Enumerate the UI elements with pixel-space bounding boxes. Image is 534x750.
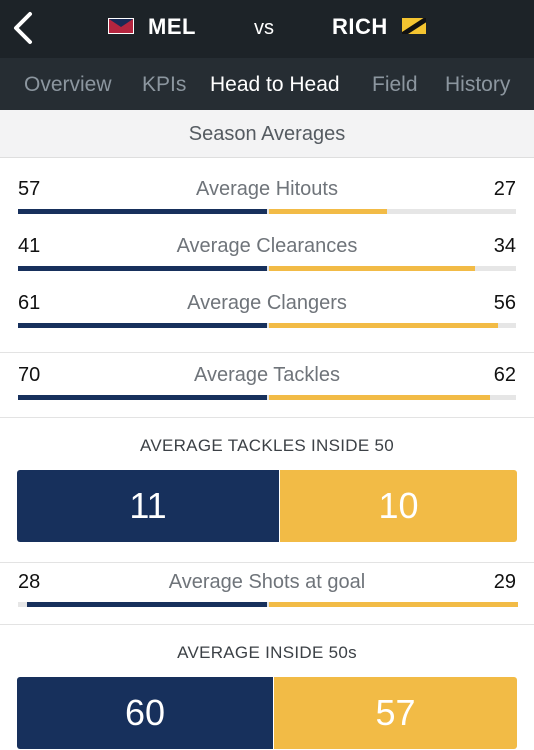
tab-field[interactable]: Field [372, 73, 418, 97]
home-team: MEL [108, 14, 196, 40]
tab-kpis[interactable]: KPIs [142, 73, 186, 97]
away-value: 34 [493, 235, 516, 257]
comparison-bar [18, 395, 516, 400]
home-bar [18, 209, 267, 214]
stat-label: Average Shots at goal [168, 571, 366, 593]
home-value-box: 11 [17, 470, 279, 542]
comparison-bar [18, 602, 518, 607]
chevron-left-icon[interactable] [10, 10, 36, 46]
home-bar [18, 266, 267, 271]
away-bar [269, 395, 490, 400]
away-bar [269, 602, 518, 607]
inside-50s-boxes: 60 57 [17, 677, 517, 749]
divider [0, 624, 534, 625]
away-value-box: 10 [280, 470, 517, 542]
away-team: RICH [332, 14, 426, 40]
tab-history[interactable]: History [445, 73, 510, 97]
stat-row-hitouts: 57 Average Hitouts 27 [0, 178, 534, 234]
stat-row-shots-at-goal: 28 Average Shots at goal 29 [0, 571, 534, 627]
inside-50s-title: AVERAGE INSIDE 50s [177, 643, 357, 662]
tackles-inside-50-boxes: 11 10 [17, 470, 517, 542]
home-team-name: MEL [148, 14, 196, 39]
stat-row-clearances: 41 Average Clearances 34 [0, 235, 534, 291]
tab-head-to-head[interactable]: Head to Head [210, 73, 340, 97]
divider [0, 417, 534, 418]
away-value: 62 [493, 364, 516, 386]
stat-label: Average Tackles [193, 364, 340, 386]
melbourne-flag-icon [108, 18, 134, 34]
away-value: 29 [493, 571, 516, 593]
stat-label: Average Clangers [187, 292, 347, 314]
section-title: Season Averages [0, 110, 534, 158]
home-value-box: 60 [17, 677, 273, 749]
richmond-flag-icon [402, 18, 426, 34]
stat-row-clangers: 61 Average Clangers 56 [0, 292, 534, 348]
tab-bar: Overview KPIs Head to Head Field History [0, 58, 534, 110]
divider [0, 562, 534, 563]
away-value-box: 57 [274, 677, 517, 749]
away-value: 56 [493, 292, 516, 314]
divider [0, 352, 534, 353]
home-bar [27, 602, 267, 607]
home-bar [18, 395, 267, 400]
comparison-bar [18, 323, 516, 328]
away-bar [269, 209, 387, 214]
away-value: 27 [493, 178, 516, 200]
tackles-inside-50-title: AVERAGE TACKLES INSIDE 50 [139, 436, 395, 455]
away-bar [269, 323, 498, 328]
home-bar [18, 323, 267, 328]
away-bar [269, 266, 475, 271]
match-header: MEL vs RICH [0, 0, 534, 58]
comparison-bar [18, 209, 516, 214]
stat-row-tackles: 70 Average Tackles 62 [0, 364, 534, 420]
tab-overview[interactable]: Overview [24, 73, 112, 97]
versus-label: vs [254, 17, 274, 39]
stat-label: Average Hitouts [196, 178, 338, 200]
stat-label: Average Clearances [176, 235, 358, 257]
comparison-bar [18, 266, 516, 271]
away-team-name: RICH [332, 14, 388, 39]
